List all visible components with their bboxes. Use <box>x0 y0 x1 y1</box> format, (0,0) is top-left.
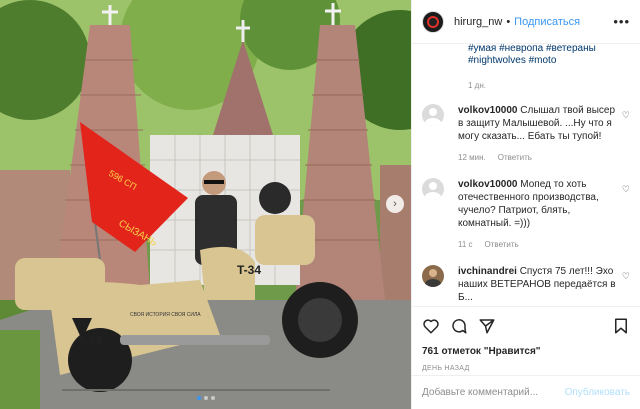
carousel-dot <box>196 396 201 400</box>
hashtag-link[interactable]: #умая <box>468 44 496 54</box>
bike-side-text: СВОЯ ИСТОРИЯ СВОЯ СИЛА <box>130 312 201 318</box>
share-icon[interactable] <box>478 317 496 335</box>
bike-badge-label: T-34 <box>78 334 102 348</box>
carousel-indicators <box>0 396 411 400</box>
author-username[interactable]: hirurg_nw <box>454 16 502 28</box>
commenter-avatar[interactable] <box>422 178 444 200</box>
commenter-avatar[interactable] <box>422 265 444 287</box>
comment-icon[interactable] <box>450 317 468 335</box>
memorial-scene-image: 596 СП СЫЗАНЬ T-34 T-34 СВОЯ ИСТОРИЯ СВО… <box>0 0 411 409</box>
follow-button[interactable]: Подписаться <box>514 16 580 28</box>
reply-button[interactable]: Ответить <box>485 238 519 251</box>
bookmark-icon[interactable] <box>612 317 630 335</box>
next-image-button[interactable]: › <box>386 195 404 213</box>
heart-icon[interactable] <box>422 317 440 335</box>
comment-like-icon[interactable]: ♡ <box>622 184 630 195</box>
hashtag-link[interactable]: #nightwolves <box>468 55 526 66</box>
likes-count[interactable]: 761 отметок "Нравится" <box>422 346 630 357</box>
post-actions: 761 отметок "Нравится" ДЕНЬ НАЗАД <box>412 306 640 372</box>
comment-item: ivchinandrei Спустя 75 лет!!! Эхо наших … <box>422 265 630 304</box>
commenter-username[interactable]: ivchinandrei <box>458 266 517 277</box>
comment-item: volkov10000 Мопед то хоть отечественного… <box>422 178 630 251</box>
hashtag-link[interactable]: #moto <box>529 55 557 66</box>
chevron-right-icon: › <box>393 198 397 210</box>
bike-tank-label: T-34 <box>237 263 261 277</box>
comment-time: 11 с <box>458 240 473 249</box>
caption-timestamp: 1 дн. <box>468 81 486 90</box>
caption-hashtags: #умая #невропа #ветераны #nightwolves #m… <box>468 44 630 67</box>
commenter-username[interactable]: volkov10000 <box>458 105 518 116</box>
carousel-dot <box>210 396 215 400</box>
commenter-username[interactable]: volkov10000 <box>458 179 518 190</box>
comments-list[interactable]: #умая #невропа #ветераны #nightwolves #m… <box>412 44 640 306</box>
post-timestamp: ДЕНЬ НАЗАД <box>422 365 470 372</box>
post-header: hirurg_nw • Подписаться ••• <box>412 0 640 44</box>
author-avatar[interactable] <box>422 10 444 33</box>
more-options-icon[interactable]: ••• <box>613 14 630 29</box>
comment-like-icon[interactable]: ♡ <box>622 110 630 121</box>
comment-input[interactable] <box>422 387 565 398</box>
comment-like-icon[interactable]: ♡ <box>622 271 630 282</box>
hashtag-link[interactable]: #невропа <box>499 44 543 54</box>
hashtag-link[interactable]: #ветераны <box>546 44 596 54</box>
comment-item: volkov10000 Слышал твой высер в защиту М… <box>422 104 630 164</box>
commenter-avatar[interactable] <box>422 104 444 126</box>
add-comment-bar: Опубликовать <box>412 375 640 409</box>
post-side-panel: hirurg_nw • Подписаться ••• #умая #невро… <box>411 0 640 409</box>
post-photo[interactable]: 596 СП СЫЗАНЬ T-34 T-34 СВОЯ ИСТОРИЯ СВО… <box>0 0 411 409</box>
reply-button[interactable]: Ответить <box>498 151 532 164</box>
comment-time: 12 мин. <box>458 153 486 162</box>
carousel-dot <box>203 396 208 400</box>
publish-button[interactable]: Опубликовать <box>565 387 630 398</box>
separator-dot: • <box>506 15 511 28</box>
